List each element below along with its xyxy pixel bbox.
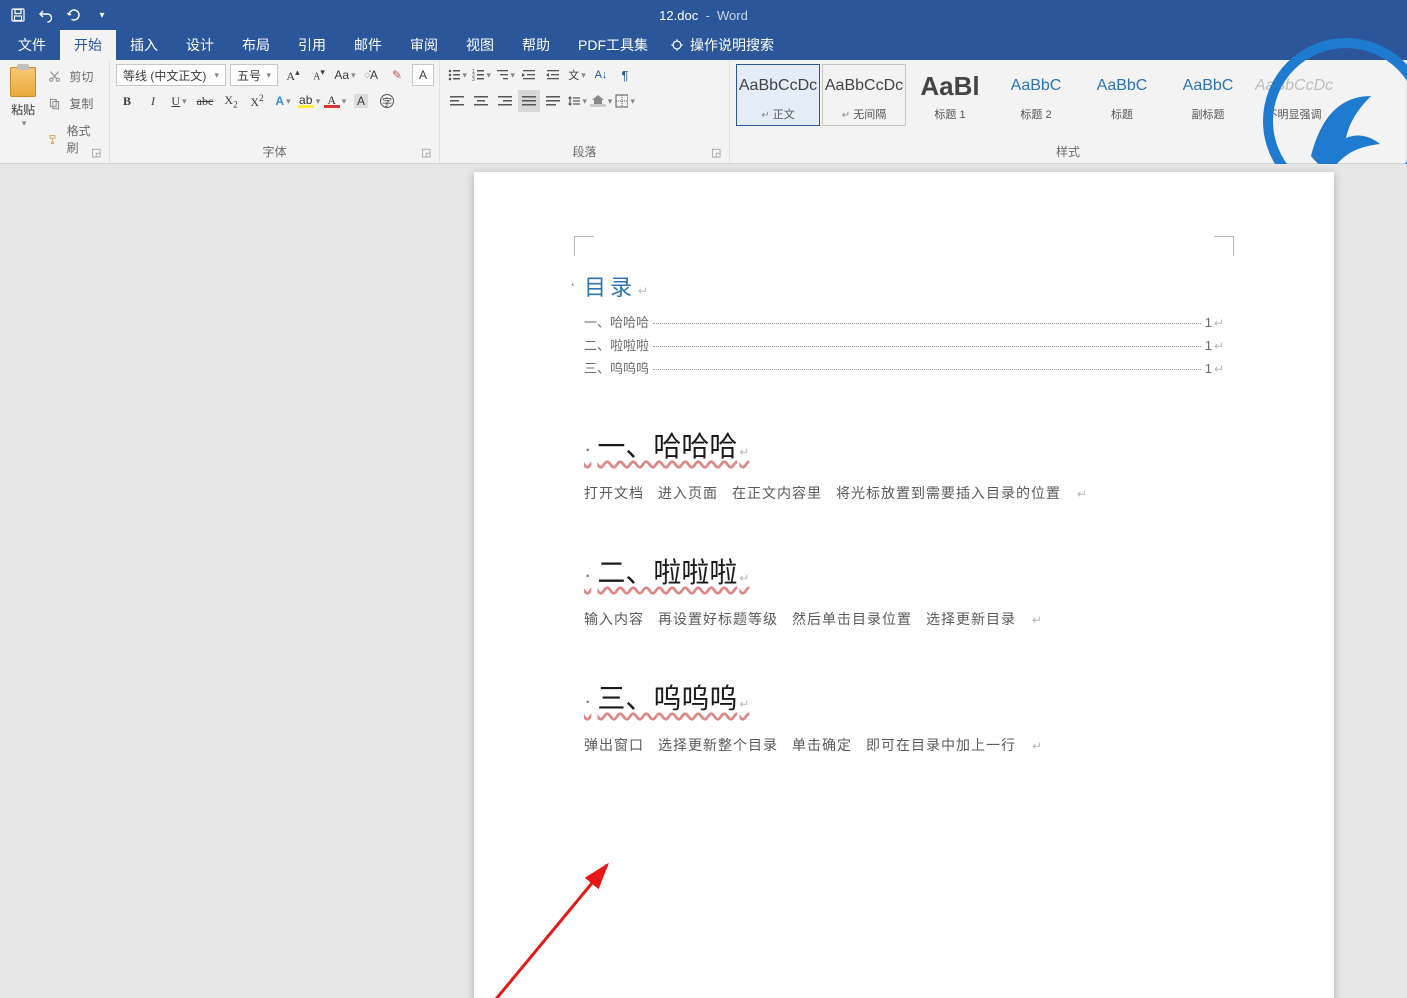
enclose-char-button[interactable]: 字 [376, 90, 398, 112]
ribbon: 粘贴 ▾ 剪切 复制 格式刷 剪贴板 ◲ [0, 60, 1407, 164]
italic-button[interactable]: I [142, 90, 164, 112]
cut-button[interactable]: 剪切 [44, 64, 103, 89]
line-spacing-button[interactable]: ▾ [566, 90, 588, 112]
tell-me-label: 操作说明搜索 [690, 35, 774, 55]
save-icon[interactable] [10, 7, 26, 23]
clipboard-icon [10, 67, 36, 97]
style-标题 2[interactable]: AaBbC标题 2 [994, 64, 1078, 126]
quick-access-toolbar: ▾ [0, 7, 110, 23]
phonetic-guide-button[interactable]: ◌̎A [360, 64, 382, 86]
svg-text:3: 3 [472, 77, 475, 83]
group-paragraph: ▾ 123▾ ▾ 文▾ A↓ ¶ ▾ ▾ ▾ 段落 ◲ [440, 60, 730, 163]
bold-button[interactable]: B [116, 90, 138, 112]
align-right-button[interactable] [494, 90, 516, 112]
tab-home[interactable]: 开始 [60, 30, 116, 60]
decrease-indent-button[interactable] [518, 64, 540, 86]
group-clipboard: 粘贴 ▾ 剪切 复制 格式刷 剪贴板 ◲ [0, 60, 110, 163]
text-effects-button[interactable]: A▾ [272, 90, 294, 112]
underline-button[interactable]: U▾ [168, 90, 190, 112]
distributed-button[interactable] [542, 90, 564, 112]
numbering-button[interactable]: 123▾ [470, 64, 492, 86]
group-styles: AaBbCcDc↵ 正文AaBbCcDc↵ 无间隔AaBl标题 1AaBbC标题… [730, 60, 1407, 163]
show-marks-button[interactable]: ¶ [614, 64, 636, 86]
tab-references[interactable]: 引用 [284, 30, 340, 60]
toc-entry[interactable]: 三、呜呜呜1↵ [584, 358, 1224, 377]
align-center-button[interactable] [470, 90, 492, 112]
document-page[interactable]: · 目录↵ 一、哈哈哈1↵二、啦啦啦1↵三、呜呜呜1↵ 一、哈哈哈↵打开文档进入… [474, 172, 1334, 998]
font-dialog-launcher-icon[interactable]: ◲ [421, 146, 435, 160]
tab-insert[interactable]: 插入 [116, 30, 172, 60]
group-font: 等线 (中文正文)▾ 五号▾ A▴ A▾ Aa▾ ◌̎A ✎ A B I U▾ … [110, 60, 440, 163]
char-border-button[interactable]: A [412, 64, 434, 86]
char-shading-button[interactable]: A [350, 90, 372, 112]
tab-view[interactable]: 视图 [452, 30, 508, 60]
body-paragraph[interactable]: 输入内容再设置好标题等级然后单击目录位置选择更新目录↵ [584, 609, 1224, 629]
group-label-paragraph: 段落 [446, 141, 723, 163]
font-name-select[interactable]: 等线 (中文正文)▾ [116, 64, 226, 86]
clear-formatting-button[interactable]: ✎ [386, 64, 408, 86]
style-标题 1[interactable]: AaBl标题 1 [908, 64, 992, 126]
document-body[interactable]: 一、哈哈哈↵ 打开文档进入页面在正文内容里将光标放置到需要插入目录的位置↵ 二、啦啦… [584, 425, 1224, 755]
heading[interactable]: 一、哈哈哈↵ [584, 425, 1224, 465]
styles-gallery[interactable]: AaBbCcDc↵ 正文AaBbCcDc↵ 无间隔AaBl标题 1AaBbC标题… [736, 64, 1400, 141]
undo-icon[interactable] [38, 7, 54, 23]
style-正文[interactable]: AaBbCcDc↵ 正文 [736, 64, 820, 126]
document-name: 12.doc [659, 8, 698, 23]
superscript-button[interactable]: X2 [246, 90, 268, 112]
style-副标题[interactable]: AaBbC副标题 [1166, 64, 1250, 126]
shading-button[interactable]: ▾ [590, 90, 612, 112]
paste-label: 粘贴 [11, 101, 35, 118]
copy-button[interactable]: 复制 [44, 91, 103, 116]
asian-layout-button[interactable]: 文▾ [566, 64, 588, 86]
paragraph-dialog-launcher-icon[interactable]: ◲ [711, 146, 725, 160]
style-不明显强调[interactable]: AaBbCcDc不明显强调 [1252, 64, 1336, 126]
heading[interactable]: 二、啦啦啦↵ [584, 551, 1224, 591]
margin-mark-top-right [1214, 236, 1234, 256]
font-color-button[interactable]: A▾ [324, 90, 346, 112]
tab-layout[interactable]: 布局 [228, 30, 284, 60]
subscript-button[interactable]: X2 [220, 90, 242, 112]
body-paragraph[interactable]: 弹出窗口选择更新整个目录单击确定即可在目录中加上一行↵ [584, 735, 1224, 755]
sort-button[interactable]: A↓ [590, 64, 612, 86]
toc-list[interactable]: 一、哈哈哈1↵ 二、啦啦啦1↵ 三、呜呜呜1↵ [584, 312, 1224, 377]
font-size-select[interactable]: 五号▾ [230, 64, 278, 86]
align-justify-button[interactable] [518, 90, 540, 112]
change-case-button[interactable]: Aa▾ [334, 64, 356, 86]
tab-mailings[interactable]: 邮件 [340, 30, 396, 60]
tab-file[interactable]: 文件 [4, 30, 60, 60]
tab-help[interactable]: 帮助 [508, 30, 564, 60]
qat-customize-icon[interactable]: ▾ [94, 7, 110, 23]
window-title: 12.doc - Word [659, 8, 748, 23]
group-label-styles: 样式 [736, 141, 1400, 163]
paste-button[interactable]: 粘贴 ▾ [6, 64, 40, 136]
highlight-button[interactable]: ab▾ [298, 90, 320, 112]
heading[interactable]: 三、呜呜呜↵ [584, 677, 1224, 717]
increase-indent-button[interactable] [542, 64, 564, 86]
tab-design[interactable]: 设计 [172, 30, 228, 60]
align-left-button[interactable] [446, 90, 468, 112]
ribbon-tabs: 文件 开始 插入 设计 布局 引用 邮件 审阅 视图 帮助 PDF工具集 操作说… [0, 30, 1407, 60]
titlebar: ▾ 12.doc - Word [0, 0, 1407, 30]
multilevel-button[interactable]: ▾ [494, 64, 516, 86]
app-name: Word [717, 8, 748, 23]
style-无间隔[interactable]: AaBbCcDc↵ 无间隔 [822, 64, 906, 126]
shrink-font-button[interactable]: A▾ [308, 64, 330, 86]
tab-pdf-tools[interactable]: PDF工具集 [564, 30, 662, 60]
tell-me-search[interactable]: 操作说明搜索 [670, 30, 774, 60]
redo-icon[interactable] [66, 7, 82, 23]
strikethrough-button[interactable]: abc [194, 90, 216, 112]
borders-button[interactable]: ▾ [614, 90, 636, 112]
toc-entry[interactable]: 二、啦啦啦1↵ [584, 335, 1224, 354]
style-标题[interactable]: AaBbC标题 [1080, 64, 1164, 126]
bullets-button[interactable]: ▾ [446, 64, 468, 86]
margin-mark-top-left [574, 236, 594, 256]
grow-font-button[interactable]: A▴ [282, 64, 304, 86]
toc-title: 目录↵ [584, 270, 1224, 302]
document-workspace[interactable]: · 目录↵ 一、哈哈哈1↵二、啦啦啦1↵三、呜呜呜1↵ 一、哈哈哈↵打开文档进入… [0, 164, 1407, 998]
group-label-font: 字体 [116, 141, 433, 163]
body-paragraph[interactable]: 打开文档进入页面在正文内容里将光标放置到需要插入目录的位置↵ [584, 483, 1224, 503]
clipboard-dialog-launcher-icon[interactable]: ◲ [91, 146, 105, 160]
tab-review[interactable]: 审阅 [396, 30, 452, 60]
toc-entry[interactable]: 一、哈哈哈1↵ [584, 312, 1224, 331]
